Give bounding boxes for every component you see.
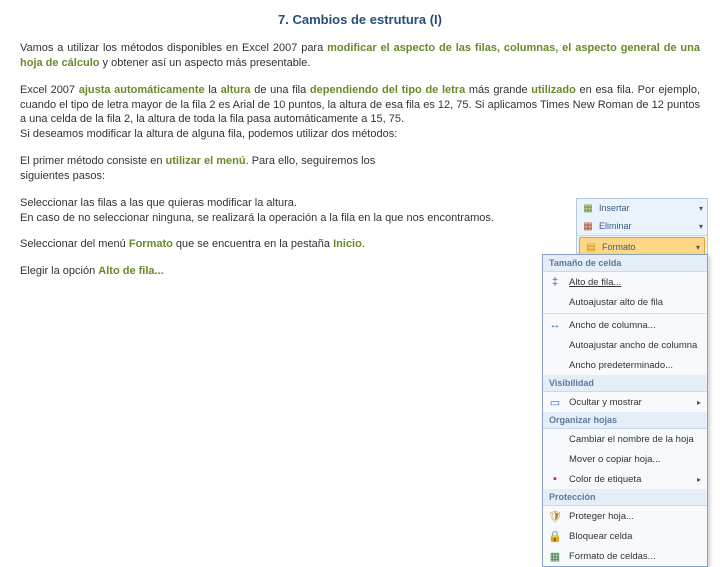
menu-bloquear-celda[interactable]: 🔒 Bloquear celda xyxy=(543,526,707,546)
menu-alto-fila[interactable]: ‡ Alto de fila... xyxy=(543,272,707,292)
menu-mover-copiar[interactable]: Mover o copiar hoja... xyxy=(543,449,707,469)
color-tab-icon: ▪ xyxy=(547,472,563,486)
column-width-icon: ↔ xyxy=(547,318,563,332)
insert-cells-icon: ▦ xyxy=(581,201,595,215)
menu-label: Mover o copiar hoja... xyxy=(569,454,660,465)
text-emph: utilizado xyxy=(531,84,576,96)
menu-proteger-hoja[interactable]: 🛡 Proteger hoja... xyxy=(543,506,707,526)
row-height-icon: ‡ xyxy=(547,275,563,289)
paragraph-intro: Vamos a utilizar los métodos disponibles… xyxy=(20,41,700,71)
ribbon-label: Formato xyxy=(602,242,636,252)
menu-autoajustar-ancho[interactable]: Autoajustar ancho de columna xyxy=(543,335,707,355)
separator xyxy=(577,235,707,236)
text-emph: Formato xyxy=(129,238,173,250)
paragraph-method1: El primer método consiste en utilizar el… xyxy=(20,154,415,184)
text-emph: ajusta automáticamente xyxy=(79,84,209,96)
ribbon-insertar-button[interactable]: ▦ Insertar ▾ xyxy=(577,199,707,217)
menu-color-etiqueta[interactable]: ▪ Color de etiqueta ▸ xyxy=(543,469,707,489)
menu-autoajustar-alto[interactable]: Autoajustar alto de fila xyxy=(543,292,707,312)
menu-formato-celdas[interactable]: ▦ Formato de celdas... xyxy=(543,546,707,566)
menu-label: Cambiar el nombre de la hoja xyxy=(569,434,694,445)
section-header-visibilidad: Visibilidad xyxy=(543,375,707,392)
format-cells-icon: ▦ xyxy=(547,549,563,563)
hide-show-icon: ▭ xyxy=(547,395,563,409)
text: más grande xyxy=(465,84,531,96)
ribbon-label: Insertar xyxy=(599,203,630,213)
text-emph: Alto de fila... xyxy=(98,265,163,277)
blank-icon xyxy=(547,452,563,466)
text: Vamos a utilizar los métodos disponibles… xyxy=(20,42,327,54)
blank-icon xyxy=(547,358,563,372)
menu-label: Ancho predeterminado... xyxy=(569,360,673,371)
text: Si deseamos modificar la altura de algun… xyxy=(20,128,397,140)
ribbon-eliminar-button[interactable]: ▦ Eliminar ▾ xyxy=(577,217,707,235)
text-emph: utilizar el menú xyxy=(166,155,246,167)
blank-icon xyxy=(547,432,563,446)
text-emph: altura xyxy=(221,84,251,96)
dropdown-arrow-icon: ▾ xyxy=(696,243,700,252)
protect-sheet-icon: 🛡 xyxy=(547,509,563,523)
text: Excel 2007 xyxy=(20,84,79,96)
dropdown-arrow-icon: ▾ xyxy=(699,222,703,231)
text: El primer método consiste en xyxy=(20,155,166,167)
submenu-arrow-icon: ▸ xyxy=(697,475,701,484)
menu-label: Ancho de columna... xyxy=(569,320,656,331)
menu-renombrar-hoja[interactable]: Cambiar el nombre de la hoja xyxy=(543,429,707,449)
section-header-tamano: Tamaño de celda xyxy=(543,255,707,272)
ribbon-cells-group: ▦ Insertar ▾ ▦ Eliminar ▾ ▤ Formato ▾ xyxy=(576,198,708,259)
text: . xyxy=(362,238,365,250)
blank-icon xyxy=(547,295,563,309)
submenu-arrow-icon: ▸ xyxy=(697,398,701,407)
menu-label: Alto de fila... xyxy=(569,277,621,288)
blank-icon xyxy=(547,338,563,352)
paragraph-step-formato: Seleccionar del menú Formato que se encu… xyxy=(20,237,390,252)
menu-ancho-columna[interactable]: ↔ Ancho de columna... xyxy=(543,315,707,335)
text: En caso de no seleccionar ninguna, se re… xyxy=(20,212,494,224)
dropdown-arrow-icon: ▾ xyxy=(699,204,703,213)
separator xyxy=(543,313,707,314)
menu-label: Color de etiqueta xyxy=(569,474,641,485)
text: la xyxy=(208,84,220,96)
delete-cells-icon: ▦ xyxy=(581,219,595,233)
menu-ocultar-mostrar[interactable]: ▭ Ocultar y mostrar ▸ xyxy=(543,392,707,412)
text-emph: Inicio xyxy=(333,238,362,250)
menu-label: Autoajustar ancho de columna xyxy=(569,340,697,351)
menu-label: Autoajustar alto de fila xyxy=(569,297,663,308)
paragraph-autoheight: Excel 2007 ajusta automáticamente la alt… xyxy=(20,83,700,142)
format-cells-icon: ▤ xyxy=(584,240,598,254)
text: Elegir la opción xyxy=(20,265,98,277)
section-header-organizar: Organizar hojas xyxy=(543,412,707,429)
text: y obtener así un aspecto más presentable… xyxy=(99,57,310,69)
formato-dropdown-menu: Tamaño de celda ‡ Alto de fila... Autoaj… xyxy=(542,254,708,567)
menu-ancho-predeterminado[interactable]: Ancho predeterminado... xyxy=(543,355,707,375)
lock-cell-icon: 🔒 xyxy=(547,529,563,543)
section-header-proteccion: Protección xyxy=(543,489,707,506)
text-emph: dependiendo del tipo de letra xyxy=(310,84,465,96)
menu-label: Ocultar y mostrar xyxy=(569,397,642,408)
text: Seleccionar del menú xyxy=(20,238,129,250)
text: que se encuentra en la pestaña xyxy=(173,238,333,250)
text: de una fila xyxy=(251,84,310,96)
page-title: 7. Cambios de estrutura (I) xyxy=(0,0,720,33)
menu-label: Formato de celdas... xyxy=(569,551,656,562)
menu-label: Proteger hoja... xyxy=(569,511,634,522)
paragraph-step-select: Seleccionar las filas a las que quieras … xyxy=(20,196,550,226)
text: Seleccionar las filas a las que quieras … xyxy=(20,197,297,209)
ribbon-label: Eliminar xyxy=(599,221,632,231)
